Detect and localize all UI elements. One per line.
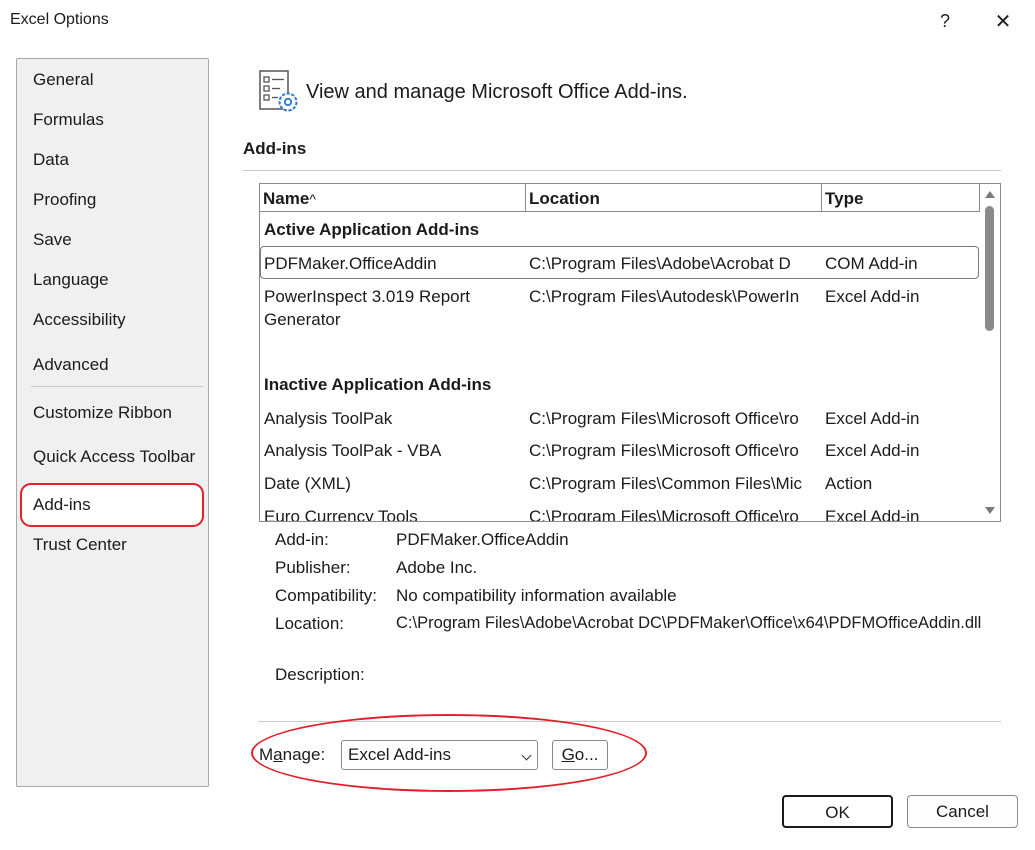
- detail-publisher-value: Adobe Inc.: [396, 558, 478, 577]
- scroll-down-arrow-icon[interactable]: [985, 507, 995, 514]
- sidebar-item-general[interactable]: General: [33, 69, 93, 91]
- column-header-name[interactable]: Name^: [260, 184, 526, 212]
- table-row-name[interactable]: PDFMaker.OfficeAddin: [264, 252, 437, 275]
- table-row-location[interactable]: C:\Program Files\Common Files\Mic: [529, 472, 802, 495]
- group-header-active: Active Application Add-ins: [264, 220, 480, 239]
- ok-button[interactable]: OK: [782, 795, 893, 828]
- addins-settings-icon: [258, 70, 300, 114]
- close-button[interactable]: ✕: [980, 6, 1026, 36]
- table-row-location[interactable]: C:\Program Files\Microsoft Office\ro: [529, 505, 799, 521]
- help-button[interactable]: ?: [922, 6, 968, 36]
- table-row-location[interactable]: C:\Program Files\Adobe\Acrobat D: [529, 252, 791, 275]
- detail-addin-value: PDFMaker.OfficeAddin: [396, 530, 569, 549]
- vertical-scrollbar[interactable]: [980, 184, 1000, 521]
- sidebar-item-trust-center[interactable]: Trust Center: [33, 534, 127, 556]
- table-row-location[interactable]: C:\Program Files\Microsoft Office\ro: [529, 407, 799, 430]
- table-row-name-continued[interactable]: Generator: [264, 308, 341, 331]
- page-heading: View and manage Microsoft Office Add-ins…: [306, 81, 688, 103]
- manage-highlight-annotation: [251, 714, 647, 792]
- sidebar: General Formulas Data Proofing Save Lang…: [16, 58, 209, 787]
- detail-addin-label: Add-in:: [275, 530, 329, 549]
- window-title: Excel Options: [10, 11, 109, 28]
- detail-location-value: C:\Program Files\Adobe\Acrobat DC\PDFMak…: [396, 614, 982, 632]
- sidebar-item-proofing[interactable]: Proofing: [33, 189, 96, 211]
- scroll-up-arrow-icon[interactable]: [985, 191, 995, 198]
- table-row-location[interactable]: C:\Program Files\Microsoft Office\ro: [529, 439, 799, 462]
- table-row-location[interactable]: C:\Program Files\Autodesk\PowerIn: [529, 285, 799, 308]
- table-row-type[interactable]: Action: [825, 472, 872, 495]
- table-row-type[interactable]: Excel Add-in: [825, 505, 920, 521]
- table-row-type[interactable]: COM Add-in: [825, 252, 918, 275]
- sidebar-item-add-ins[interactable]: Add-ins: [33, 494, 91, 516]
- table-row-name[interactable]: Analysis ToolPak - VBA: [264, 439, 441, 462]
- sidebar-item-formulas[interactable]: Formulas: [33, 109, 104, 131]
- sidebar-item-quick-access-toolbar[interactable]: Quick Access Toolbar: [33, 446, 195, 468]
- detail-location-label: Location:: [275, 614, 344, 633]
- detail-publisher-label: Publisher:: [275, 558, 351, 577]
- section-title: Add-ins: [243, 139, 307, 158]
- table-row-type[interactable]: Excel Add-in: [825, 407, 920, 430]
- table-row-name[interactable]: Euro Currency Tools: [264, 505, 418, 521]
- sidebar-item-data[interactable]: Data: [33, 149, 69, 171]
- section-divider: [243, 170, 1001, 171]
- sidebar-item-language[interactable]: Language: [33, 269, 109, 291]
- table-row-type[interactable]: Excel Add-in: [825, 285, 920, 308]
- sidebar-item-accessibility[interactable]: Accessibility: [33, 309, 126, 331]
- group-header-inactive: Inactive Application Add-ins: [264, 375, 492, 394]
- column-header-location[interactable]: Location: [526, 184, 822, 212]
- addins-table[interactable]: Name^ Location Type Active Application A…: [259, 183, 1001, 522]
- table-row-name[interactable]: Analysis ToolPak: [264, 407, 392, 430]
- sort-ascending-icon: ^: [309, 191, 316, 207]
- table-row-name[interactable]: PowerInspect 3.019 Report: [264, 285, 470, 308]
- scrollbar-thumb[interactable]: [985, 206, 994, 331]
- sidebar-item-save[interactable]: Save: [33, 229, 72, 251]
- sidebar-item-customize-ribbon[interactable]: Customize Ribbon: [33, 402, 172, 424]
- detail-description-label: Description:: [275, 665, 365, 684]
- table-row-name[interactable]: Date (XML): [264, 472, 351, 495]
- cancel-button[interactable]: Cancel: [907, 795, 1018, 828]
- sidebar-divider: [31, 386, 203, 387]
- sidebar-item-advanced[interactable]: Advanced: [33, 354, 109, 376]
- column-header-type[interactable]: Type: [822, 184, 980, 212]
- detail-compatibility-value: No compatibility information available: [396, 586, 677, 605]
- detail-compatibility-label: Compatibility:: [275, 586, 378, 605]
- table-row-type[interactable]: Excel Add-in: [825, 439, 920, 462]
